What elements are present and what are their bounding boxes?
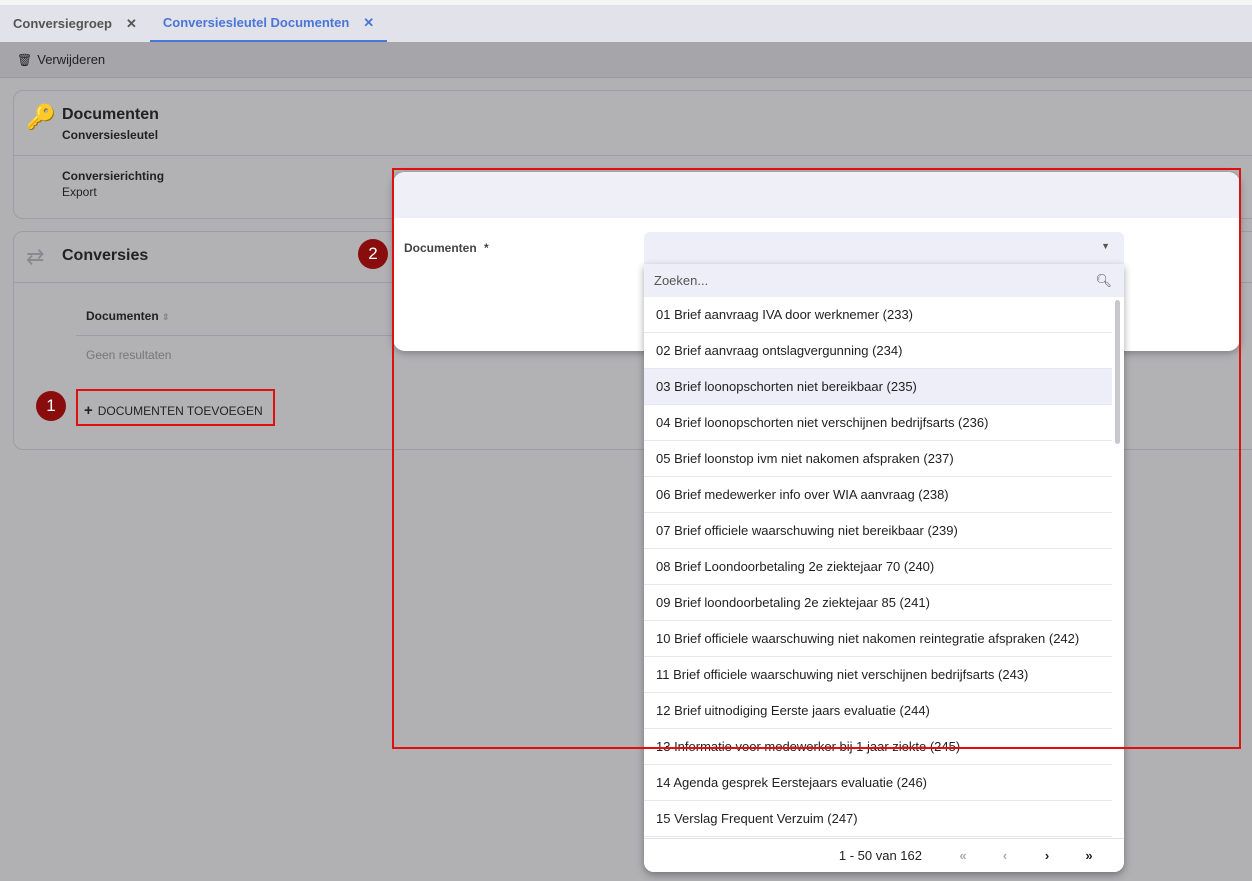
tab-label: Conversiegroep bbox=[13, 16, 112, 31]
column-header-documenten[interactable]: Documenten ⇕ bbox=[86, 309, 170, 323]
section-title: Conversies bbox=[62, 247, 149, 264]
divider bbox=[76, 335, 416, 336]
delete-label: Verwijderen bbox=[37, 52, 106, 67]
prev-page-icon[interactable]: ‹ bbox=[984, 848, 1026, 863]
delete-button[interactable]: 🗑 Verwijderen bbox=[17, 52, 105, 67]
swap-icon: ⇄ bbox=[26, 244, 45, 269]
option-item[interactable]: 02 Brief aanvraag ontslagvergunning (234… bbox=[644, 333, 1112, 369]
divider bbox=[14, 155, 1252, 156]
page-info: 1 - 50 van 162 bbox=[838, 848, 922, 863]
field-label: Conversierichting bbox=[62, 169, 165, 183]
annotation-badge-1: 1 bbox=[36, 391, 66, 421]
add-documenten-button[interactable]: + DOCUMENTEN TOEVOEGEN bbox=[84, 402, 263, 419]
search-input[interactable]: Zoeken... 🔍︎ bbox=[644, 264, 1124, 297]
button-label: DOCUMENTEN TOEVOEGEN bbox=[97, 403, 263, 418]
tab-conversiegroep[interactable]: Conversiegroep ✕ bbox=[0, 5, 150, 42]
tab-bar: Conversiegroep ✕ Conversiesleutel Documen… bbox=[0, 5, 1252, 42]
documenten-field-label: Documenten * bbox=[404, 241, 489, 255]
empty-message: Geen resultaten bbox=[86, 348, 172, 362]
scrollbar[interactable] bbox=[1115, 300, 1120, 444]
field-value: Export bbox=[62, 185, 97, 199]
option-item[interactable]: 04 Brief loonopschorten niet verschijnen… bbox=[644, 405, 1112, 441]
option-item[interactable]: 05 Brief loonstop ivm niet nakomen afspr… bbox=[644, 441, 1112, 477]
option-item[interactable]: 08 Brief Loondoorbetaling 2e ziektejaar … bbox=[644, 549, 1112, 585]
documenten-dropdown: Zoeken... 🔍︎ 01 Brief aanvraag IVA door w… bbox=[644, 264, 1124, 872]
annotation-badge-2: 2 bbox=[358, 239, 388, 269]
option-item[interactable]: 14 Agenda gesprek Eerstejaars evaluatie … bbox=[644, 765, 1112, 801]
close-icon[interactable]: ✕ bbox=[126, 16, 137, 32]
tab-label: Conversiesleutel Documenten bbox=[162, 15, 350, 30]
card-title: Documenten bbox=[62, 106, 159, 123]
plus-icon: + bbox=[84, 402, 93, 419]
key-icon: 🔑 bbox=[26, 104, 56, 131]
option-item[interactable]: 06 Brief medewerker info over WIA aanvra… bbox=[644, 477, 1112, 513]
chevron-down-icon: ▼ bbox=[1101, 241, 1110, 251]
option-item[interactable]: 13 Informatie voor medewerker bij 1 jaar… bbox=[644, 729, 1112, 765]
close-icon[interactable]: ✕ bbox=[363, 15, 374, 31]
tab-conversiesleutel-documenten[interactable]: Conversiesleutel Documenten ✕ bbox=[149, 5, 388, 42]
required-marker: * bbox=[484, 241, 489, 255]
toolbar: 🗑 Verwijderen bbox=[0, 42, 1252, 78]
option-item[interactable]: 10 Brief officiele waarschuwing niet nak… bbox=[644, 621, 1112, 657]
column-label: Documenten bbox=[86, 309, 159, 323]
option-item[interactable]: 07 Brief officiele waarschuwing niet ber… bbox=[644, 513, 1112, 549]
option-item[interactable]: 01 Brief aanvraag IVA door werknemer (23… bbox=[644, 297, 1112, 333]
option-item[interactable]: 15 Verslag Frequent Verzuim (247) bbox=[644, 801, 1112, 837]
card-subtitle: Conversiesleutel bbox=[62, 128, 159, 142]
documenten-select[interactable]: ▼ bbox=[644, 232, 1124, 264]
dialog-header bbox=[393, 172, 1240, 218]
search-icon: 🔍︎ bbox=[1095, 272, 1112, 288]
option-item[interactable]: 11 Brief officiele waarschuwing niet ver… bbox=[644, 657, 1112, 693]
next-page-icon[interactable]: › bbox=[1026, 848, 1068, 863]
sort-icon: ⇕ bbox=[162, 312, 170, 322]
label-text: Documenten bbox=[404, 241, 477, 255]
option-list: 01 Brief aanvraag IVA door werknemer (23… bbox=[644, 297, 1124, 837]
option-item[interactable]: 03 Brief loonopschorten niet bereikbaar … bbox=[644, 369, 1112, 405]
pagination: 1 - 50 van 162 « ‹ › » bbox=[644, 838, 1124, 872]
option-item[interactable]: 09 Brief loondoorbetaling 2e ziektejaar … bbox=[644, 585, 1112, 621]
first-page-icon[interactable]: « bbox=[942, 848, 984, 863]
search-placeholder: Zoeken... bbox=[654, 273, 709, 288]
last-page-icon[interactable]: » bbox=[1068, 848, 1110, 863]
option-item[interactable]: 12 Brief uitnodiging Eerste jaars evalua… bbox=[644, 693, 1112, 729]
trash-icon: 🗑 bbox=[17, 52, 33, 67]
